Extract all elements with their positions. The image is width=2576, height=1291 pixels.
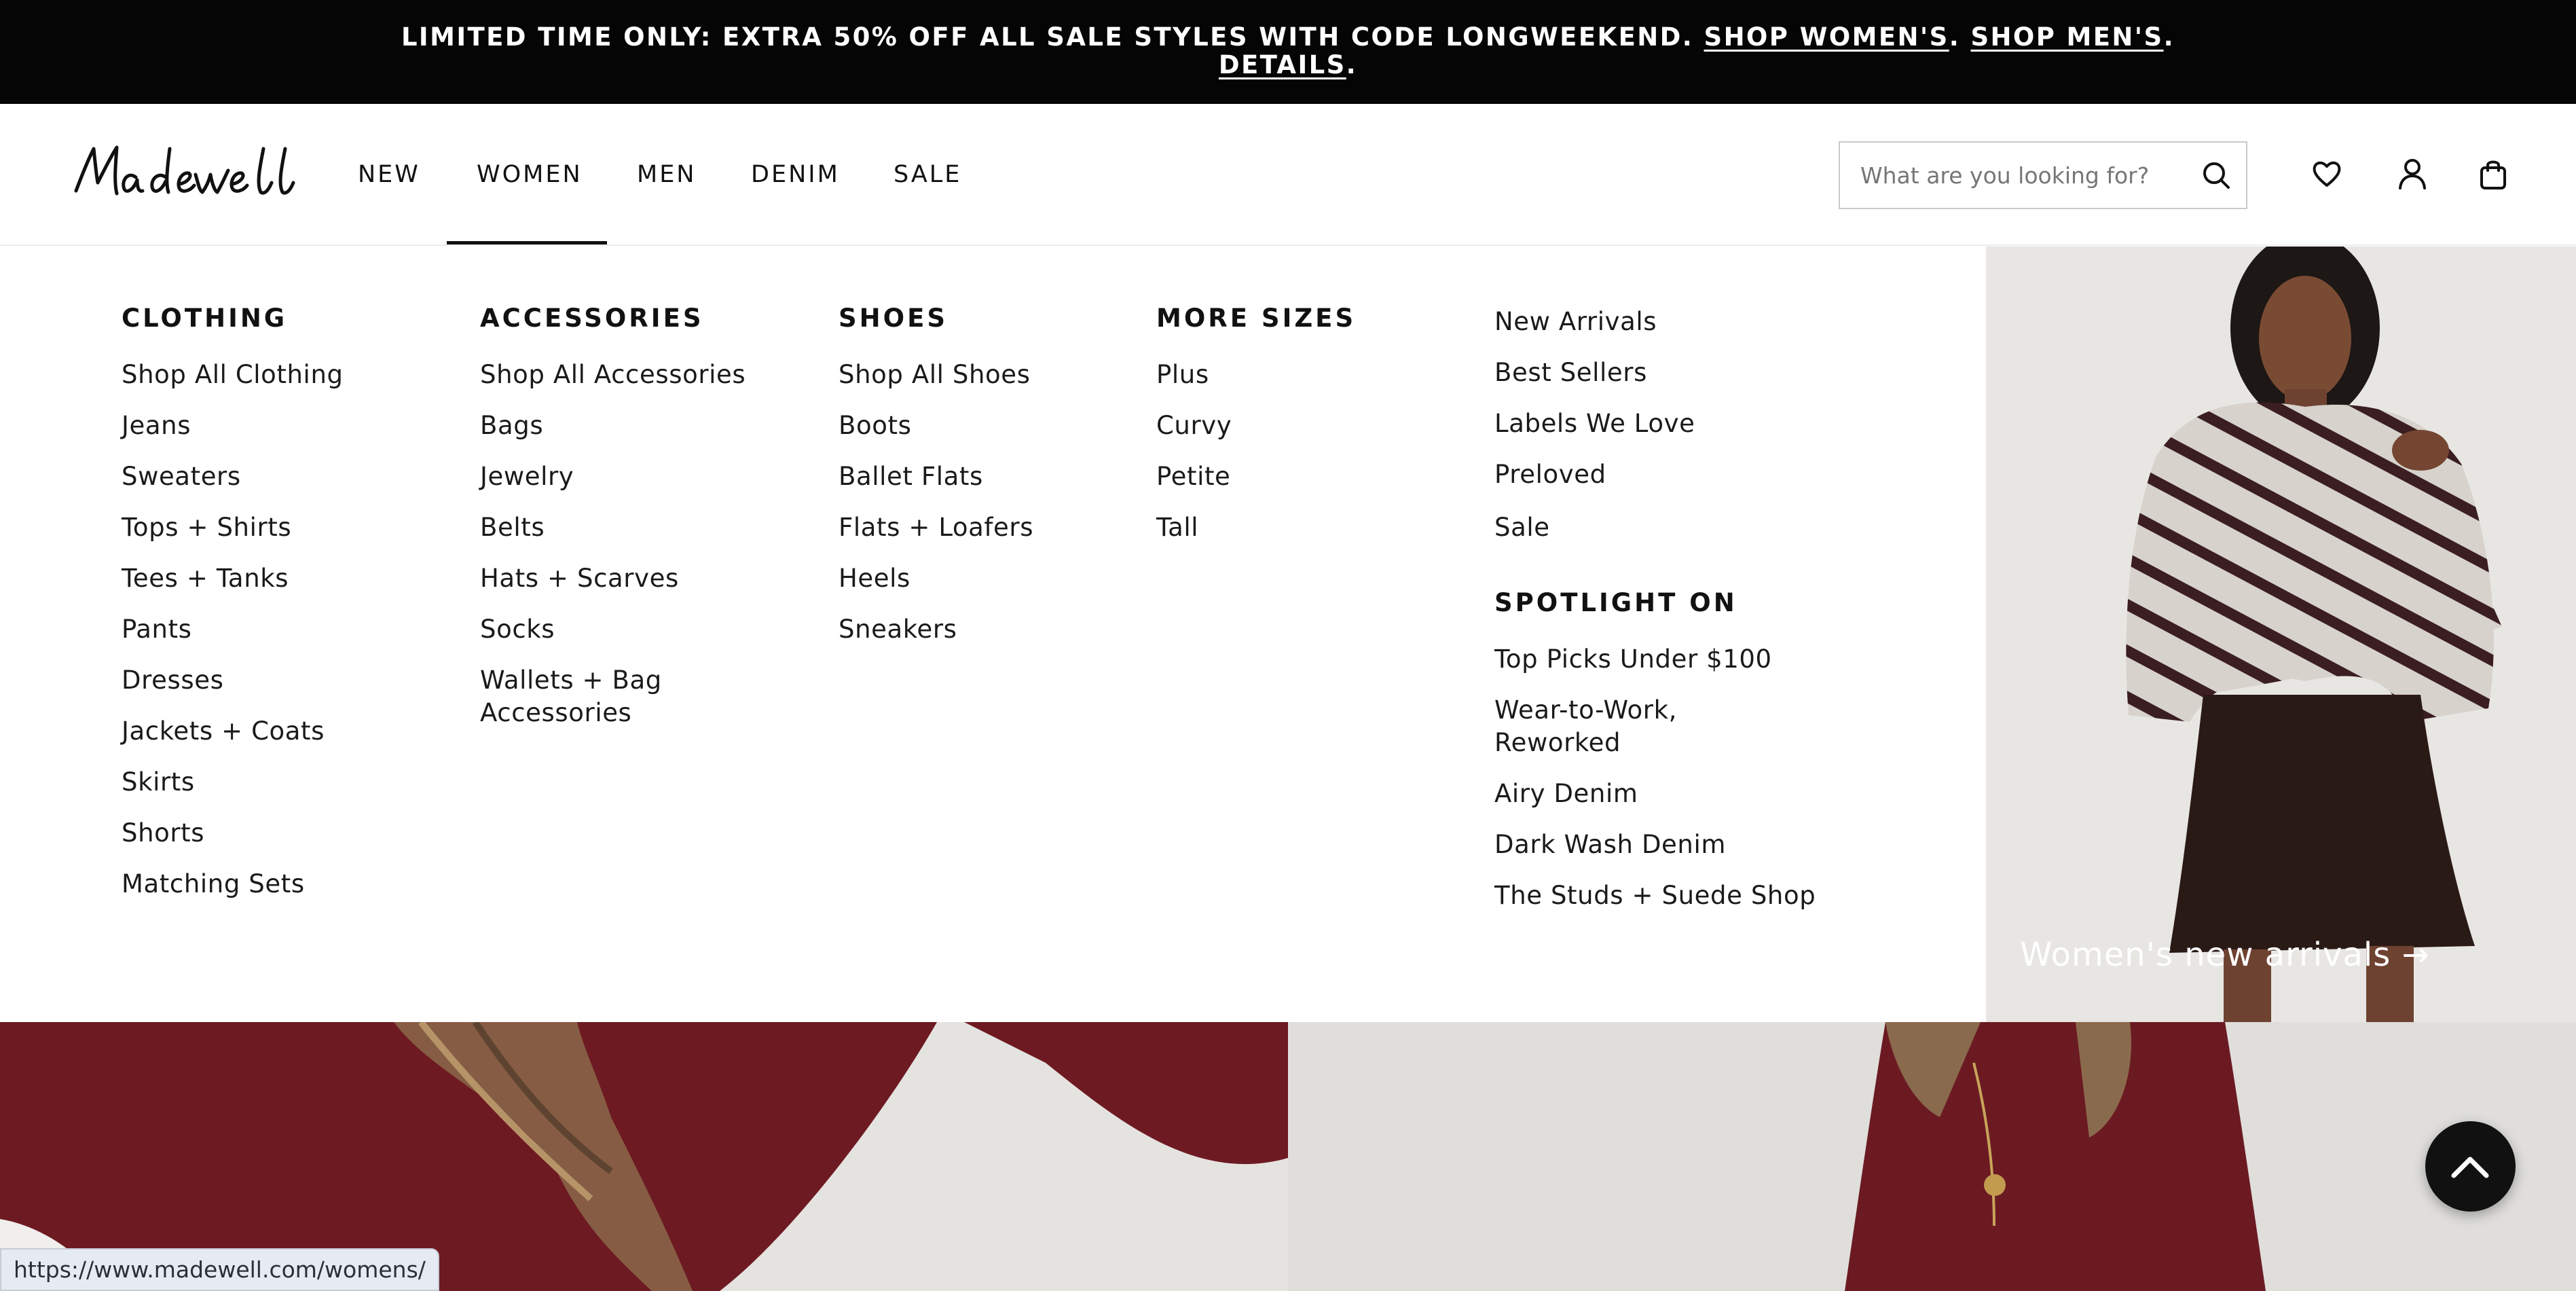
- promo-text: LIMITED TIME ONLY: EXTRA 50% OFF ALL SAL…: [401, 22, 1694, 52]
- hero-photo-right: [1288, 1022, 2576, 1291]
- menu-link-tall[interactable]: Tall: [1156, 511, 1198, 544]
- menu-link-sale[interactable]: Sale: [1494, 511, 1550, 544]
- nav-men[interactable]: MEN: [637, 104, 697, 246]
- madewell-logo[interactable]: [71, 142, 301, 206]
- menu-link-belts[interactable]: Belts: [480, 511, 545, 544]
- menu-heading-shoes: SHOES: [839, 304, 948, 333]
- shop-mens-link[interactable]: SHOP MEN'S: [1970, 22, 2163, 52]
- menu-link-pants[interactable]: Pants: [122, 613, 192, 646]
- menu-link-jewelry[interactable]: Jewelry: [480, 460, 574, 493]
- menu-link-labels-we-love[interactable]: Labels We Love: [1494, 407, 1695, 440]
- menu-link-petite[interactable]: Petite: [1156, 460, 1230, 493]
- menu-link-top-picks-under-100[interactable]: Top Picks Under $100: [1494, 643, 1772, 676]
- menu-link-preloved[interactable]: Preloved: [1494, 458, 1606, 491]
- menu-link-sweaters[interactable]: Sweaters: [122, 460, 241, 493]
- back-to-top-button[interactable]: [2425, 1121, 2516, 1212]
- menu-link-plus[interactable]: Plus: [1156, 359, 1209, 391]
- menu-link-socks[interactable]: Socks: [480, 613, 555, 646]
- search-box: [1839, 141, 2247, 209]
- heart-icon[interactable]: [2310, 157, 2344, 191]
- menu-link-wear-to-work-reworked[interactable]: Wear-to-Work, Reworked: [1494, 694, 1718, 759]
- menu-link-shop-all-accessories[interactable]: Shop All Accessories: [480, 359, 746, 391]
- menu-link-tees-tanks[interactable]: Tees + Tanks: [122, 562, 289, 595]
- menu-link-flats-loafers[interactable]: Flats + Loafers: [839, 511, 1033, 544]
- menu-link-shop-all-clothing[interactable]: Shop All Clothing: [122, 359, 344, 391]
- menu-link-best-sellers[interactable]: Best Sellers: [1494, 357, 1647, 389]
- hero-image-right[interactable]: [1288, 1022, 2576, 1291]
- menu-heading-more-sizes: MORE SIZES: [1156, 304, 1357, 333]
- promo-line-2: DETAILS.: [0, 51, 2576, 79]
- menu-link-tops-shirts[interactable]: Tops + Shirts: [122, 511, 291, 544]
- menu-link-curvy[interactable]: Curvy: [1156, 410, 1232, 442]
- site-header: NEW WOMEN MEN DENIM SALE: [0, 104, 2576, 246]
- account-icon[interactable]: [2395, 157, 2429, 191]
- shop-womens-link[interactable]: SHOP WOMEN'S: [1704, 22, 1949, 52]
- nav-denim[interactable]: DENIM: [751, 104, 840, 246]
- menu-link-heels[interactable]: Heels: [839, 562, 910, 595]
- menu-link-jeans[interactable]: Jeans: [122, 410, 191, 442]
- menu-link-shop-all-shoes[interactable]: Shop All Shoes: [839, 359, 1030, 391]
- promo-separator: .: [2163, 22, 2175, 52]
- menu-link-ballet-flats[interactable]: Ballet Flats: [839, 460, 983, 493]
- promo-details-link[interactable]: DETAILS: [1219, 50, 1346, 79]
- search-icon[interactable]: [2200, 159, 2232, 192]
- menu-link-dresses[interactable]: Dresses: [122, 664, 223, 697]
- menu-link-boots[interactable]: Boots: [839, 410, 911, 442]
- bag-icon[interactable]: [2476, 157, 2510, 191]
- status-bar-url: https://www.madewell.com/womens/: [0, 1248, 439, 1291]
- menu-heading-clothing: CLOTHING: [122, 304, 288, 333]
- menu-link-shorts[interactable]: Shorts: [122, 817, 204, 850]
- promo-separator: .: [1949, 22, 1961, 52]
- womens-new-arrivals-promo[interactable]: Women's new arrivals →: [1986, 247, 2576, 1022]
- promo-line-1: LIMITED TIME ONLY: EXTRA 50% OFF ALL SAL…: [0, 23, 2576, 51]
- promo-banner: LIMITED TIME ONLY: EXTRA 50% OFF ALL SAL…: [0, 0, 2576, 104]
- promo-separator: .: [1346, 50, 1358, 79]
- menu-link-dark-wash-denim[interactable]: Dark Wash Denim: [1494, 829, 1726, 861]
- menu-link-wallets-bag-accessories[interactable]: Wallets + Bag Accessories: [480, 664, 677, 729]
- menu-link-hats-scarves[interactable]: Hats + Scarves: [480, 562, 679, 595]
- menu-heading-accessories: ACCESSORIES: [480, 304, 704, 333]
- active-nav-indicator: [447, 241, 607, 244]
- menu-heading-spotlight-on: SPOTLIGHT ON: [1494, 588, 1737, 617]
- search-input[interactable]: [1840, 143, 2193, 208]
- menu-link-new-arrivals[interactable]: New Arrivals: [1494, 306, 1657, 338]
- nav-women[interactable]: WOMEN: [477, 104, 583, 246]
- nav-sale[interactable]: SALE: [894, 104, 961, 246]
- nav-new[interactable]: NEW: [358, 104, 420, 246]
- menu-link-bags[interactable]: Bags: [480, 410, 543, 442]
- menu-link-sneakers[interactable]: Sneakers: [839, 613, 957, 646]
- menu-link-matching-sets[interactable]: Matching Sets: [122, 868, 305, 901]
- menu-link-airy-denim[interactable]: Airy Denim: [1494, 778, 1638, 810]
- promo-caption[interactable]: Women's new arrivals →: [2020, 936, 2430, 974]
- women-mega-menu: CLOTHING Shop All Clothing Jeans Sweater…: [0, 247, 1986, 1022]
- menu-link-studs-suede-shop[interactable]: The Studs + Suede Shop: [1494, 879, 1816, 912]
- chevron-up-icon: [2451, 1157, 2489, 1178]
- model-photo: [1986, 247, 2576, 1022]
- menu-link-skirts[interactable]: Skirts: [122, 766, 195, 799]
- menu-link-jackets-coats[interactable]: Jackets + Coats: [122, 715, 325, 748]
